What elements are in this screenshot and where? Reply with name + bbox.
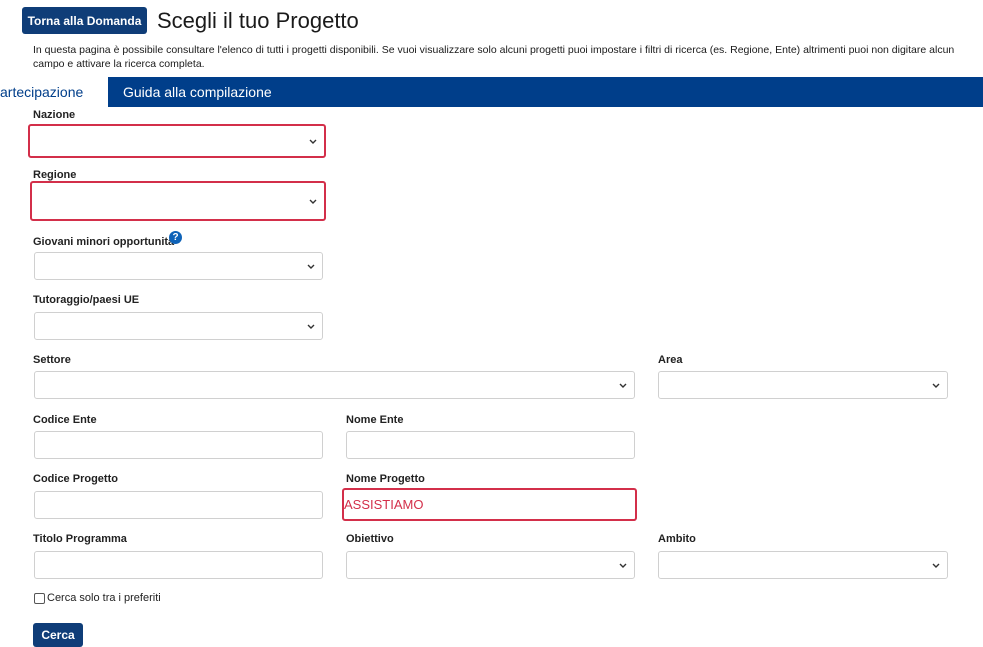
chevron-down-icon bbox=[932, 563, 940, 568]
area-select[interactable] bbox=[658, 371, 948, 399]
codice-ente-label: Codice Ente bbox=[33, 414, 97, 426]
regione-select[interactable] bbox=[30, 181, 326, 221]
tab-guida-compilazione[interactable]: Guida alla compilazione bbox=[123, 77, 272, 107]
back-to-application-button[interactable]: Torna alla Domanda bbox=[22, 7, 147, 34]
search-button[interactable]: Cerca bbox=[33, 623, 83, 647]
help-icon[interactable]: ? bbox=[169, 231, 182, 244]
nome-ente-input[interactable] bbox=[346, 431, 635, 459]
ambito-label: Ambito bbox=[658, 533, 696, 545]
codice-progetto-label: Codice Progetto bbox=[33, 473, 118, 485]
giovani-minori-select[interactable] bbox=[34, 252, 323, 280]
chevron-down-icon bbox=[309, 139, 317, 144]
regione-label: Regione bbox=[33, 169, 77, 181]
giovani-minori-label: Giovani minori opportunità bbox=[33, 236, 175, 248]
chevron-down-icon bbox=[619, 383, 627, 388]
area-label: Area bbox=[658, 354, 683, 366]
ambito-select[interactable] bbox=[658, 551, 948, 579]
page-intro: In questa pagina è possibile consultare … bbox=[33, 44, 955, 70]
nome-ente-label: Nome Ente bbox=[346, 414, 404, 426]
codice-ente-input[interactable] bbox=[34, 431, 323, 459]
chevron-down-icon bbox=[309, 199, 317, 204]
tutoraggio-label: Tutoraggio/paesi UE bbox=[33, 294, 140, 306]
tab-partecipazione[interactable]: artecipazione bbox=[0, 77, 108, 107]
chevron-down-icon bbox=[932, 383, 940, 388]
settore-select[interactable] bbox=[34, 371, 635, 399]
nazione-label: Nazione bbox=[33, 109, 76, 121]
nome-progetto-input[interactable]: ASSISTIAMO bbox=[342, 488, 637, 521]
obiettivo-label: Obiettivo bbox=[346, 533, 394, 545]
chevron-down-icon bbox=[619, 563, 627, 568]
page-title: Scegli il tuo Progetto bbox=[157, 8, 359, 33]
chevron-down-icon bbox=[307, 324, 315, 329]
nome-progetto-label: Nome Progetto bbox=[346, 473, 425, 485]
nazione-select[interactable] bbox=[28, 124, 326, 158]
tutoraggio-select[interactable] bbox=[34, 312, 323, 340]
preferiti-label: Cerca solo tra i preferiti bbox=[47, 592, 161, 604]
chevron-down-icon bbox=[307, 264, 315, 269]
codice-progetto-input[interactable] bbox=[34, 491, 323, 519]
preferiti-checkbox[interactable] bbox=[34, 593, 45, 604]
titolo-programma-input[interactable] bbox=[34, 551, 323, 579]
settore-label: Settore bbox=[33, 354, 71, 366]
obiettivo-select[interactable] bbox=[346, 551, 635, 579]
titolo-programma-label: Titolo Programma bbox=[33, 533, 127, 545]
